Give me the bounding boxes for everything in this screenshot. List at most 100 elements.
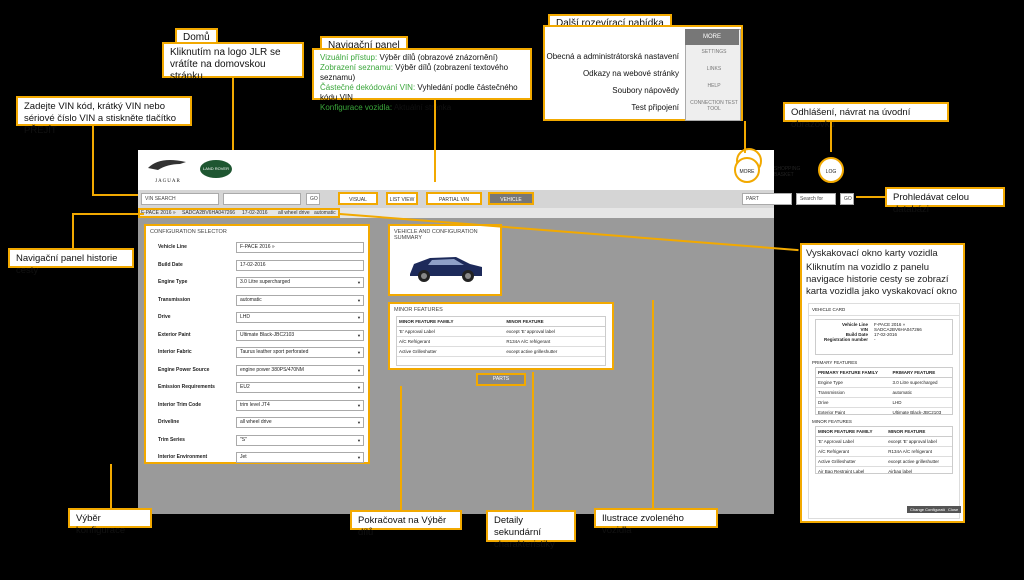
nav-legend-item: Vizuální přístup: Výběr dílů (obrazové z… <box>320 53 524 63</box>
config-row-label: Driveline <box>158 419 180 425</box>
feature-value-cell: except active grilleshutter <box>504 346 605 357</box>
vin-input[interactable] <box>223 193 301 205</box>
config-row: Interior Fabric Taurus leather sport perf… <box>158 347 368 358</box>
nav-legend-key: Vizuální přístup: <box>320 53 378 62</box>
more-row-label: Test připojení <box>631 103 679 112</box>
config-row-select[interactable]: all wheel drive ▼ <box>236 417 364 428</box>
land-rover-wordmark: LAND ROVER <box>202 166 229 171</box>
minor-col-family: MINOR FEATURE FAMILY <box>397 317 505 327</box>
config-row-select[interactable]: 17-02-2016 <box>236 259 364 271</box>
config-row-label: Vehicle Line <box>158 244 187 250</box>
breadcrumb-date[interactable]: 17-02-2016 <box>242 210 268 216</box>
config-row-select[interactable]: engine power 380PS/470NM ▼ <box>236 364 364 376</box>
config-row-value: EU2 <box>240 384 250 390</box>
database-search-input[interactable]: Search for <box>796 193 836 205</box>
secondary-desc: Detaily sekundární charakteristiky <box>494 515 555 550</box>
config-row-label: Engine Type <box>158 279 188 285</box>
config-row-value: engine power 380PS/470NM <box>240 366 304 373</box>
history-desc: Navigační panel historie cesty <box>16 253 118 276</box>
breadcrumb-vin[interactable]: SADCA2BV6HA047266 <box>182 210 235 216</box>
table-row: Transmission automatic <box>816 387 952 398</box>
config-row-label: Exterior Paint <box>158 331 191 338</box>
nav-legend-value: Výběr dílů (obrazové znázornění) <box>379 53 498 62</box>
feature-family-cell: 'E' Approval Label <box>397 326 505 337</box>
config-row-select[interactable]: automatic ▼ <box>236 294 364 306</box>
table-row: Air Bag Restraint Label Airbag label <box>816 466 952 473</box>
vin-callout: Zadejte VIN kód, krátký VIN nebo sériové… <box>16 96 192 136</box>
tab-partial-vin-decode[interactable]: PARTIAL VIN DECODE <box>426 192 482 216</box>
more-menu-item[interactable]: HELP <box>689 83 739 89</box>
vin-search-select[interactable]: VIN SEARCH <box>141 193 219 205</box>
close-button[interactable]: Close <box>945 506 962 513</box>
part-select[interactable]: PART <box>742 193 792 205</box>
config-row-label: Trim Series <box>158 436 185 443</box>
tab-visual-access[interactable]: VISUAL ACCESS <box>338 192 378 216</box>
config-row-value: 3.0 Litre supercharged <box>240 279 291 285</box>
nav-legend-key: Částečné dekódování VIN: <box>320 83 416 92</box>
config-row-select[interactable]: Jet ▼ <box>236 452 364 463</box>
vin-go-button[interactable]: GO <box>306 193 320 205</box>
app-window: JAGUAR LAND ROVER MORE SHOPPING BASKET L… <box>138 148 854 514</box>
config-row-select[interactable]: F-PACE 2016 » <box>236 242 364 253</box>
more-menu-button[interactable]: MORE <box>734 157 760 183</box>
jaguar-logo[interactable]: JAGUAR <box>146 156 190 184</box>
database-search-go[interactable]: GO <box>840 193 854 205</box>
tab-vehicle-config[interactable]: VEHICLE CONFIG <box>488 192 534 216</box>
more-menu-item[interactable]: LINKS <box>689 66 739 72</box>
feature-value-cell: 3.0 Litre supercharged <box>890 377 952 388</box>
parts-button[interactable]: PARTS <box>476 373 526 386</box>
config-row-select[interactable]: Taurus leather sport perforated ▼ <box>236 347 364 358</box>
minor-col-feature: MINOR FEATURE <box>504 317 605 327</box>
more-row-label: Soubory nápovědy <box>612 86 679 95</box>
table-row: Engine Type 3.0 Litre supercharged <box>816 377 952 388</box>
primary-col-family: PRIMARY FEATURE FAMILY <box>816 368 891 378</box>
feature-family-cell: A/C Refrigerant <box>397 336 505 347</box>
nav-legend-item: Zobrazení seznamu: Výběr dílů (zobrazení… <box>320 63 524 83</box>
history-callout: Navigační panel historie cesty <box>8 248 134 276</box>
nav-legend-item: Konfigurace vozidla: Aktuální stránka <box>320 103 524 113</box>
illustration-desc: Ilustrace zvoleného vozidla <box>602 513 684 536</box>
config-row-select[interactable]: "S" ▼ <box>236 434 364 446</box>
config-callout: Výběr konfigurace <box>68 508 152 536</box>
tab-list-view[interactable]: LIST VIEW <box>386 192 418 205</box>
vehicle-illustration-icon[interactable] <box>404 246 488 286</box>
config-row-select[interactable]: Ultimate Black-JBC2103 ▼ <box>236 329 364 341</box>
search-callout: Prohledávat celou databázi <box>885 187 1005 215</box>
shopping-basket-link[interactable]: SHOPPING BASKET <box>774 166 800 178</box>
config-row-value: LHD <box>240 314 251 320</box>
primary-title: PRIMARY FEATURES <box>812 360 858 365</box>
more-menu-item[interactable]: SETTINGS <box>689 49 739 55</box>
more-row-label: Odkazy na webové stránky <box>582 69 679 78</box>
config-row-label: Engine Power Source <box>158 366 210 373</box>
config-row-label: Interior Fabric <box>158 349 192 355</box>
popup-minor-features-table: MINOR FEATURE FAMILY MINOR FEATURE 'E' A… <box>816 427 952 473</box>
feature-family-cell: 'E' Approval Label <box>816 436 887 447</box>
table-row: Exterior Paint Ultimate Black-JBC2103 <box>816 407 952 414</box>
feature-value-cell: LHD <box>890 397 952 408</box>
breadcrumb-vehicle[interactable]: F-PACE 2016 » <box>141 210 176 216</box>
config-row-value: automatic <box>240 296 262 303</box>
feature-value-cell: Airbag label <box>886 466 952 473</box>
config-row-select[interactable]: trim level JT4 ▼ <box>236 399 364 411</box>
config-row-select[interactable]: EU2 ▼ <box>236 382 364 393</box>
more-menu-item[interactable]: CONNECTION TEST TOOL <box>689 100 739 112</box>
home-desc: Kliknutím na logo JLR se vrátíte na domo… <box>170 47 281 82</box>
nav-legend-value: Aktuální stránka <box>393 103 452 112</box>
config-row: Build Date 17-02-2016 <box>158 259 368 271</box>
popup-minor-title: MINOR FEATURES <box>812 419 852 424</box>
more-row-label: Obecná a administrátorská nastavení <box>546 52 679 61</box>
chevron-down-icon: ▼ <box>357 350 361 355</box>
logout-button[interactable]: LOG OUT <box>818 157 844 201</box>
table-row: Drive LHD <box>816 397 952 408</box>
land-rover-logo[interactable]: LAND ROVER <box>200 160 232 178</box>
breadcrumb-transmission[interactable]: automatic <box>314 210 336 216</box>
config-row-select[interactable]: LHD ▼ <box>236 312 364 323</box>
parts-desc: Pokračovat na Výběr dílů <box>358 515 447 538</box>
chevron-down-icon: ▼ <box>357 297 361 303</box>
config-row-label: Interior Environment <box>158 454 208 460</box>
chevron-down-icon: ▼ <box>357 455 361 460</box>
chevron-down-icon: ▼ <box>357 315 361 320</box>
config-row-select[interactable]: 3.0 Litre supercharged ▼ <box>236 277 364 288</box>
breadcrumb-drive[interactable]: all wheel drive <box>278 210 310 216</box>
feature-family-cell: Active Grilleshutter <box>397 346 505 357</box>
